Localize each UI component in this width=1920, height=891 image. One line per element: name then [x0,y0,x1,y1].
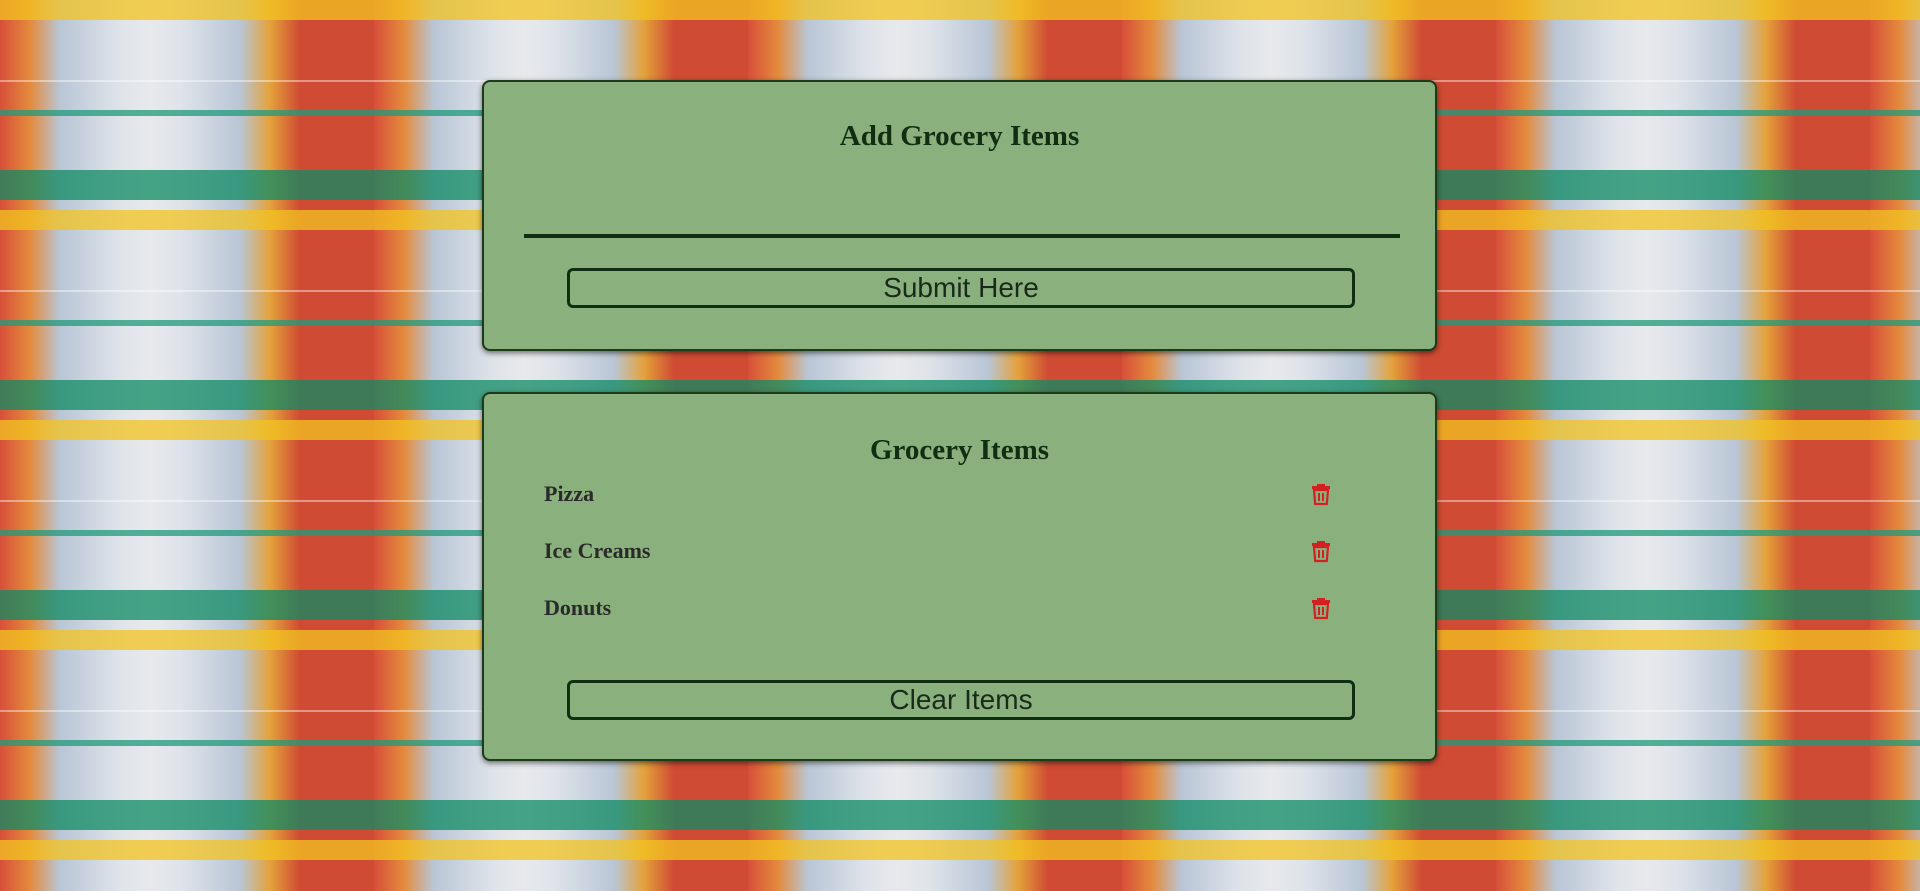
list-item: Ice Creams [544,539,1331,596]
list-item: Pizza [544,482,1331,539]
trash-icon[interactable] [1311,596,1331,620]
trash-icon[interactable] [1311,482,1331,506]
list-item: Donuts [544,596,1331,653]
grocery-list-title: Grocery Items [869,434,1050,466]
grocery-list: Pizza Ice Creams Donuts [544,482,1331,653]
item-name: Ice Creams [544,538,651,563]
grocery-item-input[interactable] [524,202,1400,238]
add-items-title: Add Grocery Items [839,120,1080,152]
clear-items-button[interactable]: Clear Items [567,680,1355,720]
item-name: Donuts [544,595,612,620]
add-items-card: Add Grocery Items Submit Here [482,80,1437,351]
grocery-list-card: Grocery Items Pizza Ice Creams Donuts Cl… [482,392,1437,761]
submit-button[interactable]: Submit Here [567,268,1355,308]
item-name: Pizza [544,481,595,506]
trash-icon[interactable] [1311,539,1331,563]
